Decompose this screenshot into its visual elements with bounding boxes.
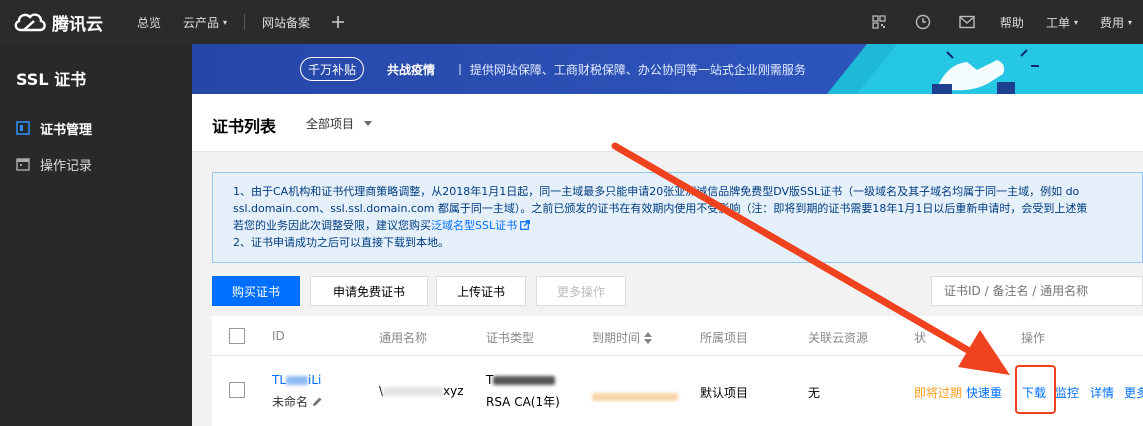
table-header: ID 通用名称 证书类型 到期时间 所属项目 关联云资源 状 操作	[212, 316, 1143, 356]
column-id: ID	[272, 329, 285, 343]
cert-id-link[interactable]: TL iLi	[272, 373, 321, 387]
cert-remark[interactable]: 未命名	[272, 393, 323, 410]
mail-icon	[959, 15, 975, 29]
project-select-value: 全部项目	[306, 117, 355, 131]
brand-logo[interactable]: 腾讯云	[0, 10, 126, 35]
add-shortcut-button[interactable]	[321, 0, 355, 44]
caret-down-icon	[364, 121, 373, 126]
apply-free-cert-button[interactable]: 申请免费证书	[310, 276, 428, 306]
sidebar: SSL 证书 证书管理 操作记录	[0, 44, 192, 426]
notice-line: ssl.domain.com、ssl.ssl.domain.com 都属于同一主…	[233, 202, 1088, 215]
column-project: 所属项目	[700, 331, 749, 345]
nav-overview[interactable]: 总览	[126, 0, 172, 44]
redacted-mark	[493, 376, 556, 385]
nav-billing[interactable]: 费用 ▾	[1089, 0, 1143, 44]
search-input[interactable]	[931, 276, 1143, 306]
column-expiry-label: 到期时间	[592, 331, 641, 345]
detail-link[interactable]: 详情	[1090, 384, 1114, 401]
column-cert-type: 证书类型	[486, 331, 535, 345]
common-name: \ xyz	[379, 384, 464, 398]
sidebar-item-label: 操作记录	[40, 158, 93, 174]
column-expiry[interactable]: 到期时间	[592, 329, 653, 346]
chevron-down-icon: ▾	[1127, 17, 1132, 27]
notice-box: 1、由于CA机构和证书代理商策略调整，从2018年1月1日起，同一主域最多只能申…	[212, 172, 1143, 263]
sort-icon	[644, 332, 653, 344]
cert-remark-label: 未命名	[272, 395, 309, 409]
nav-products-label: 云产品	[183, 15, 220, 30]
page-header: 证书列表 全部项目	[192, 94, 1143, 152]
project-name: 默认项目	[700, 386, 749, 400]
cert-type: T	[486, 373, 556, 387]
promo-banner[interactable]: 千万补贴 共战疫情 丨 提供网站保障、工商财税保障、办公协同等一站式企业刚需服务	[192, 44, 1143, 94]
cert-id-prefix: TL	[272, 373, 287, 387]
cloud-logo-icon	[14, 13, 46, 32]
column-status: 状	[914, 331, 927, 345]
more-actions-button[interactable]: 更多操作	[536, 276, 626, 306]
redacted-mark	[592, 392, 678, 401]
messages-button[interactable]	[945, 0, 989, 44]
row-checkbox[interactable]	[229, 382, 245, 398]
nav-ticket-label: 工单	[1045, 15, 1070, 30]
certificate-icon	[16, 121, 30, 135]
redacted-mark	[383, 387, 444, 396]
banner-headline: 共战疫情	[387, 63, 436, 77]
notice-line: 1、由于CA机构和证书代理商策略调整，从2018年1月1日起，同一主域最多只能申…	[233, 185, 1080, 198]
qr-code-button[interactable]	[857, 0, 901, 44]
nav-help[interactable]: 帮助	[989, 0, 1035, 44]
cert-type-detail: RSA CA(1年)	[486, 395, 560, 409]
chevron-down-icon: ▾	[223, 17, 228, 27]
expiry-time	[592, 389, 678, 403]
nav-products[interactable]: 云产品 ▾	[172, 0, 238, 44]
clock-icon	[915, 14, 931, 30]
notice-line: 2、证书申请成功之后可以直接下载到本地。	[233, 236, 449, 249]
qr-code-icon	[872, 15, 886, 29]
handshake-illustration-icon	[827, 44, 1143, 94]
external-link-icon[interactable]	[520, 220, 530, 230]
table-row: TL iLi 未命名 \ xyz T RSA CA(1年) 默认项目 无 即将过期 …	[212, 356, 1143, 426]
sidebar-item-cert-management[interactable]: 证书管理	[0, 110, 192, 146]
sidebar-item-label: 证书管理	[40, 122, 93, 138]
top-nav: 腾讯云 总览 云产品 ▾ 网站备案 帮助 工单 ▾ 费用 ▾	[0, 0, 1143, 44]
nav-ticket[interactable]: 工单 ▾	[1035, 0, 1089, 44]
buy-cert-button[interactable]: 购买证书	[212, 276, 300, 306]
calendar-icon	[16, 158, 30, 171]
project-select[interactable]: 全部项目	[306, 115, 373, 132]
wildcard-cert-link[interactable]: 泛域名型SSL证书	[431, 219, 517, 232]
column-actions: 操作	[1021, 331, 1046, 345]
subsidy-badge: 千万补贴	[300, 57, 364, 81]
redacted-mark	[286, 376, 309, 385]
plus-icon	[332, 16, 345, 28]
notice-line-text: 若您的业务因此次调整受限，建议您购买	[233, 219, 431, 232]
recent-button[interactable]	[901, 0, 945, 44]
chevron-down-icon: ▾	[1073, 17, 1078, 27]
page-title: 证书列表	[212, 117, 277, 136]
nav-divider	[244, 14, 246, 30]
common-name-suffix: xyz	[443, 384, 464, 398]
cert-id-suffix: iLi	[308, 373, 322, 387]
cert-type-prefix: T	[486, 373, 494, 387]
nav-billing-label: 费用	[1099, 15, 1124, 30]
brand-name: 腾讯云	[52, 14, 103, 35]
notice-line: 若您的业务因此次调整受限，建议您购买泛域名型SSL证书	[233, 217, 1142, 234]
nav-icp-filing[interactable]: 网站备案	[251, 0, 321, 44]
monitor-link[interactable]: 监控	[1055, 384, 1079, 401]
sidebar-title: SSL 证书	[16, 70, 87, 89]
sidebar-item-operation-log[interactable]: 操作记录	[0, 146, 192, 182]
column-resources: 关联云资源	[808, 331, 869, 345]
linked-resources: 无	[808, 386, 821, 400]
upload-cert-button[interactable]: 上传证书	[436, 276, 526, 306]
edit-pencil-icon[interactable]	[312, 396, 323, 407]
more-link[interactable]: 更多	[1124, 384, 1143, 401]
cert-table: ID 通用名称 证书类型 到期时间 所属项目 关联云资源 状 操作 TL iLi …	[212, 316, 1143, 426]
column-common-name: 通用名称	[379, 331, 428, 345]
banner-text: 丨 提供网站保障、工商财税保障、办公协同等一站式企业刚需服务	[454, 63, 806, 77]
status-badge: 即将过期	[914, 386, 963, 400]
quick-renew-link[interactable]: 快速重	[966, 384, 1002, 401]
select-all-checkbox[interactable]	[229, 328, 245, 344]
download-link[interactable]: 下载	[1022, 384, 1046, 401]
